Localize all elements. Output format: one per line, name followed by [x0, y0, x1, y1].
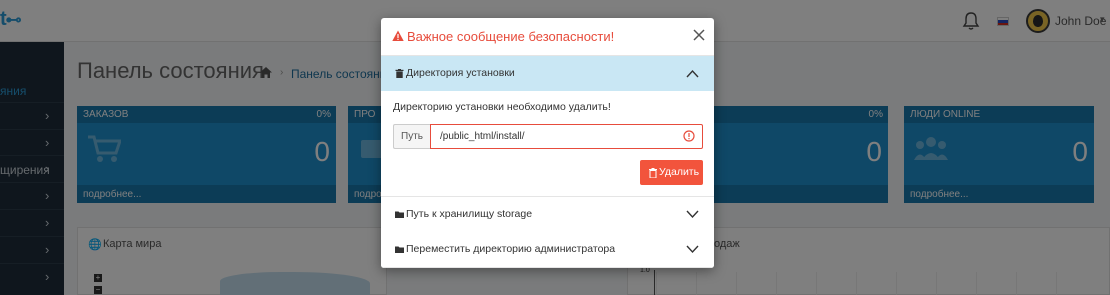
chevron-down-icon — [686, 210, 699, 219]
chevron-down-icon — [686, 245, 699, 254]
security-modal: Важное сообщение безопасности! Директори… — [381, 18, 714, 268]
trash-icon — [649, 168, 657, 178]
modal-title: Важное сообщение безопасности! — [407, 29, 615, 44]
warning-icon — [392, 30, 404, 41]
section-storage-header[interactable]: Путь к хранилищу storage — [381, 197, 714, 233]
path-label: Путь — [393, 124, 430, 149]
install-dir-message: Директорию установки необходимо удалить! — [393, 101, 611, 113]
path-input[interactable]: /public_html/install/ — [430, 124, 703, 149]
section-install-dir-body: Директорию установки необходимо удалить!… — [381, 91, 714, 197]
close-icon[interactable] — [692, 28, 706, 42]
section-move-admin-header[interactable]: Переместить директорию администратора — [381, 232, 714, 268]
trash-icon — [395, 69, 404, 78]
folder-icon — [395, 211, 404, 218]
modal-header: Важное сообщение безопасности! — [381, 18, 714, 56]
section-install-dir-header[interactable]: Директория установки — [381, 56, 714, 92]
delete-button[interactable]: Удалить — [640, 160, 703, 185]
error-icon — [683, 130, 695, 142]
chevron-up-icon — [686, 69, 699, 78]
folder-icon — [395, 246, 404, 253]
